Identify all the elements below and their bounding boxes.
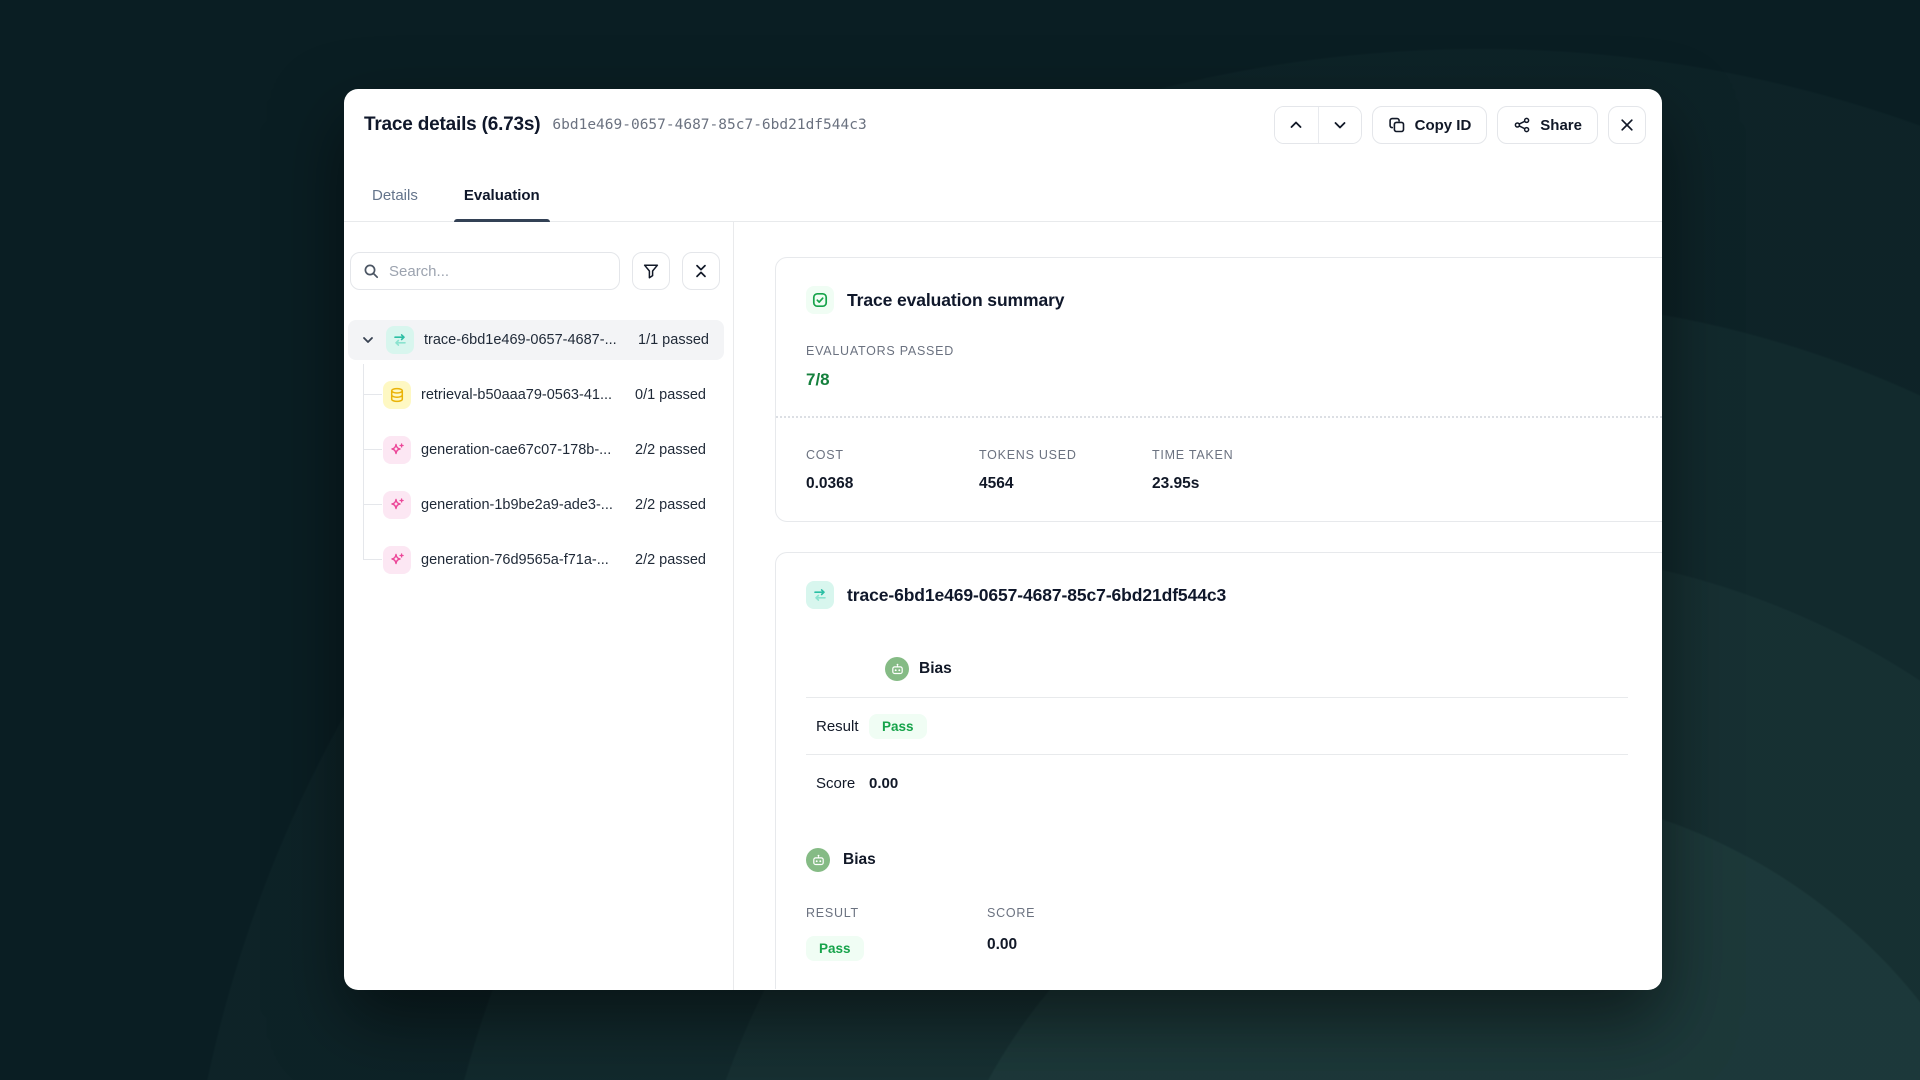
- trace-nav-group: [1274, 106, 1362, 144]
- desktop-background: { "modal": { "title": "Trace details (6.…: [0, 0, 1920, 1080]
- trace-card-title: trace-6bd1e469-0657-4687-85c7-6bd21df544…: [847, 585, 1226, 606]
- stat-value: 0.0368: [806, 475, 979, 493]
- stat-label: TIME TAKEN: [1152, 448, 1325, 462]
- tree-row-trace[interactable]: trace-6bd1e469-0657-4687-... 1/1 passed: [348, 320, 724, 360]
- close-button[interactable]: [1608, 106, 1646, 144]
- tab-evaluation[interactable]: Evaluation: [456, 187, 548, 221]
- tab-details[interactable]: Details: [364, 187, 426, 221]
- tree-node-status: 2/2 passed: [635, 552, 706, 568]
- trace-evaluation-detail-card: trace-6bd1e469-0657-4687-85c7-6bd21df544…: [775, 552, 1662, 989]
- trace-card-header: trace-6bd1e469-0657-4687-85c7-6bd21df544…: [806, 581, 1644, 609]
- tree-row-generation-3[interactable]: generation-76d9565a-f71a-... 2/2 passed: [348, 540, 724, 580]
- bias-section-name: Bias: [843, 851, 876, 869]
- score-column-value: 0.00: [987, 936, 1168, 954]
- sparkles-icon: [383, 546, 411, 574]
- result-column: RESULT Pass: [806, 906, 987, 961]
- pass-badge: Pass: [806, 936, 864, 961]
- copy-icon: [1388, 116, 1406, 134]
- previous-trace-button[interactable]: [1275, 107, 1318, 143]
- search-icon: [363, 263, 380, 280]
- bias-section-1-header: Bias: [885, 657, 1628, 681]
- score-label: Score: [816, 775, 869, 792]
- stat-value: 4564: [979, 475, 1152, 493]
- bias-result-score-grid: RESULT Pass SCORE 0.00: [806, 906, 1644, 961]
- score-column: SCORE 0.00: [987, 906, 1168, 961]
- bias-section-1: Bias Result Pass Score 0.00: [806, 657, 1628, 812]
- tree-node-status: 1/1 passed: [638, 332, 709, 348]
- sparkles-icon: [383, 436, 411, 464]
- tree-node-label: generation-1b9be2a9-ade3-...: [421, 497, 635, 513]
- dotted-divider: [776, 416, 1662, 418]
- collapse-vertical-icon: [692, 262, 710, 280]
- collapse-all-button[interactable]: [682, 252, 720, 290]
- stat-label: COST: [806, 448, 979, 462]
- tree-node-status: 2/2 passed: [635, 497, 706, 513]
- tree-row-generation-2[interactable]: generation-1b9be2a9-ade3-... 2/2 passed: [348, 485, 724, 525]
- stat-value: 23.95s: [1152, 475, 1325, 493]
- tree-node-label: generation-76d9565a-f71a-...: [421, 552, 635, 568]
- share-button[interactable]: Share: [1497, 106, 1598, 144]
- result-column-value: Pass: [806, 936, 987, 961]
- tree-node-label: retrieval-b50aaa79-0563-41...: [421, 387, 635, 403]
- result-label: Result: [816, 718, 869, 735]
- modal-body: trace-6bd1e469-0657-4687-... 1/1 passed …: [344, 222, 1662, 990]
- tree-node-label: generation-cae67c07-178b-...: [421, 442, 635, 458]
- evaluators-passed-label: EVALUATORS PASSED: [806, 344, 1644, 358]
- sparkles-icon: [383, 491, 411, 519]
- tree-node-status: 0/1 passed: [635, 387, 706, 403]
- trace-icon: [386, 326, 414, 354]
- trace-evaluation-summary-card: Trace evaluation summary EVALUATORS PASS…: [775, 257, 1662, 522]
- result-column-label: RESULT: [806, 906, 987, 920]
- evaluation-panel: Trace evaluation summary EVALUATORS PASS…: [734, 222, 1662, 990]
- stat-tokens-used: TOKENS USED 4564: [979, 448, 1152, 493]
- bias-section-name: Bias: [919, 660, 952, 678]
- search-box[interactable]: [350, 252, 620, 290]
- score-row: Score 0.00: [806, 755, 1628, 812]
- chevron-up-icon: [1287, 116, 1305, 134]
- stat-label: TOKENS USED: [979, 448, 1152, 462]
- sidebar-toolbar: [350, 252, 733, 290]
- share-icon: [1513, 116, 1531, 134]
- score-value: 0.00: [869, 775, 898, 792]
- stat-time-taken: TIME TAKEN 23.95s: [1152, 448, 1325, 493]
- modal-title: Trace details (6.73s): [364, 114, 540, 136]
- bias-section-2-header: Bias: [806, 848, 1644, 872]
- share-label: Share: [1540, 117, 1582, 134]
- summary-card-header: Trace evaluation summary: [806, 286, 1644, 314]
- close-icon: [1618, 116, 1636, 134]
- filter-button[interactable]: [632, 252, 670, 290]
- stat-cost: COST 0.0368: [806, 448, 979, 493]
- pass-badge: Pass: [869, 714, 927, 739]
- result-row: Result Pass: [806, 698, 1628, 755]
- score-column-label: SCORE: [987, 906, 1168, 920]
- header-actions: Copy ID Share: [1274, 106, 1646, 144]
- summary-card-title: Trace evaluation summary: [847, 290, 1064, 311]
- trace-tree: trace-6bd1e469-0657-4687-... 1/1 passed …: [348, 320, 733, 580]
- modal-header: Trace details (6.73s) 6bd1e469-0657-4687…: [344, 89, 1662, 147]
- trace-icon: [806, 581, 834, 609]
- search-input[interactable]: [389, 263, 607, 280]
- tree-row-generation-1[interactable]: generation-cae67c07-178b-... 2/2 passed: [348, 430, 724, 470]
- checkbox-check-icon: [806, 286, 834, 314]
- robot-evaluator-icon: [806, 848, 830, 872]
- tree-node-status: 2/2 passed: [635, 442, 706, 458]
- copy-id-label: Copy ID: [1415, 117, 1472, 134]
- copy-id-button[interactable]: Copy ID: [1372, 106, 1488, 144]
- filter-funnel-icon: [642, 262, 660, 280]
- tree-node-label: trace-6bd1e469-0657-4687-...: [424, 332, 638, 348]
- robot-evaluator-icon: [885, 657, 909, 681]
- tab-bar: Details Evaluation: [344, 147, 1662, 222]
- evaluators-passed-value: 7/8: [806, 370, 1644, 390]
- trace-id-text: 6bd1e469-0657-4687-85c7-6bd21df544c3: [552, 117, 866, 133]
- summary-stats-row: COST 0.0368 TOKENS USED 4564 TIME TAKEN …: [806, 448, 1644, 493]
- trace-tree-sidebar: trace-6bd1e469-0657-4687-... 1/1 passed …: [344, 222, 734, 990]
- trace-details-modal: Trace details (6.73s) 6bd1e469-0657-4687…: [344, 89, 1662, 990]
- evaluators-passed-block: EVALUATORS PASSED 7/8: [806, 344, 1644, 390]
- database-icon: [383, 381, 411, 409]
- next-trace-button[interactable]: [1318, 107, 1361, 143]
- tree-row-retrieval[interactable]: retrieval-b50aaa79-0563-41... 0/1 passed: [348, 375, 724, 415]
- chevron-down-icon: [1331, 116, 1349, 134]
- bias-section-2: Bias RESULT Pass SCORE 0.00: [806, 848, 1644, 961]
- expand-chevron-icon[interactable]: [360, 332, 376, 348]
